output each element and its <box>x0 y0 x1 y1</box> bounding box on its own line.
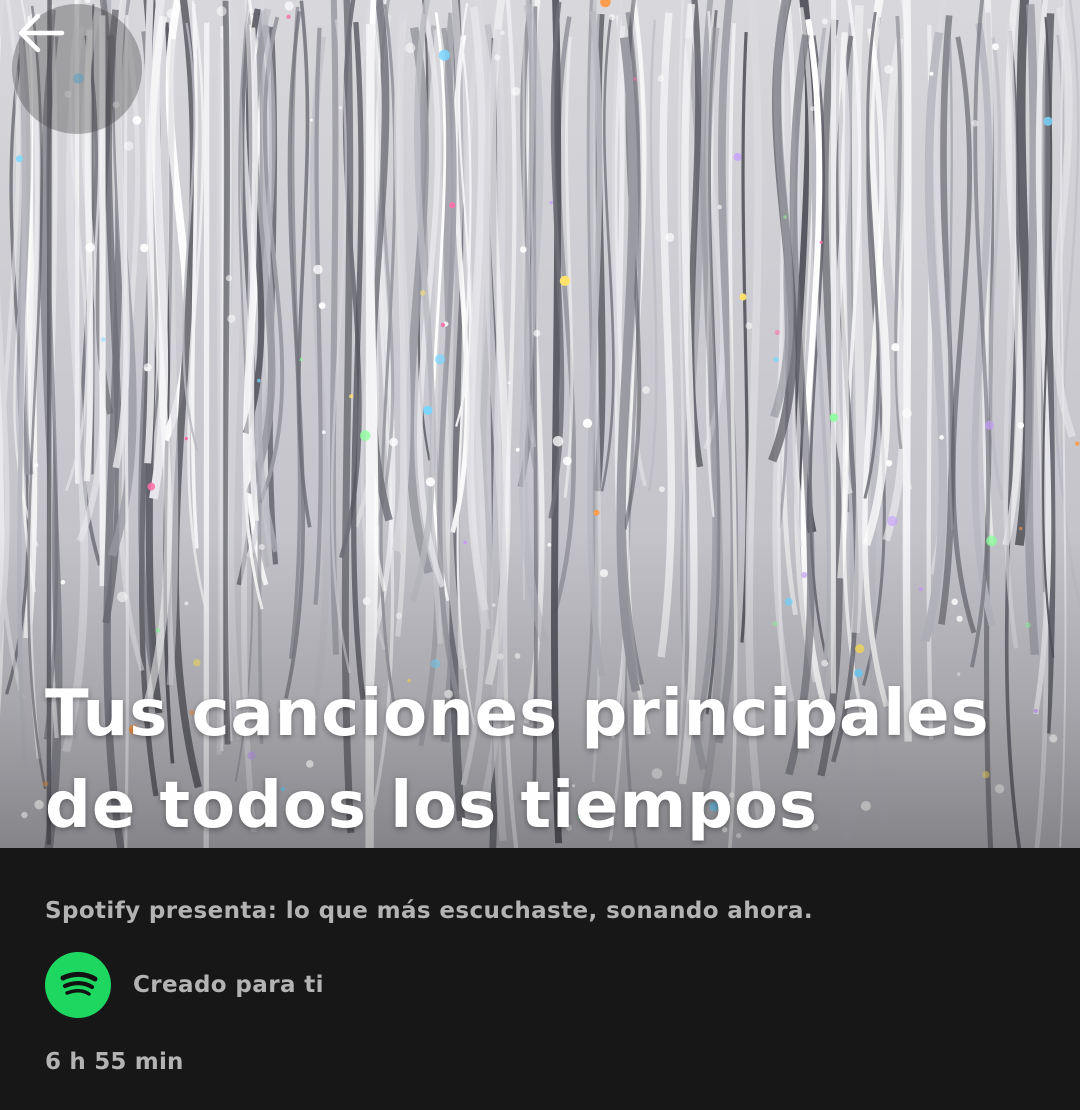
playlist-title-line-1: Tus canciones principales <box>45 677 990 751</box>
tinsel-sparkle <box>658 486 665 493</box>
tinsel-sparkle <box>132 116 142 125</box>
tinsel-sparkle <box>891 343 900 352</box>
tinsel-sparkle <box>511 86 521 96</box>
tinsel-sparkle <box>440 322 446 328</box>
playlist-title: Tus canciones principales de todos los t… <box>45 668 1055 848</box>
tinsel-sparkle <box>15 155 23 163</box>
tinsel-sparkle <box>829 413 838 422</box>
tinsel-sparkle <box>216 6 227 17</box>
tinsel-sparkle <box>783 215 787 219</box>
tinsel-sparkle <box>494 54 501 61</box>
tinsel-sparkle <box>286 14 291 19</box>
tinsel-sparkle <box>582 418 593 428</box>
tinsel-sparkle <box>85 242 95 253</box>
tinsel-sparkle <box>101 337 106 342</box>
tinsel-sparkle <box>821 18 829 25</box>
tinsel-sparkle <box>309 118 313 122</box>
tinsel-sparkle <box>717 204 722 210</box>
tinsel-sparkle <box>423 405 433 415</box>
tinsel-sparkle <box>1017 422 1025 429</box>
tinsel-sparkle <box>405 42 416 54</box>
tinsel-sparkle <box>665 232 675 242</box>
tinsel-sparkle <box>984 420 994 430</box>
tinsel-sparkle <box>438 49 450 61</box>
tinsel-sparkle <box>608 14 616 21</box>
tinsel-sparkle <box>34 463 39 468</box>
tinsel-sparkle <box>552 436 564 447</box>
tinsel-sparkle <box>500 30 505 36</box>
tinsel-sparkle <box>1075 441 1080 446</box>
tinsel-sparkle <box>885 460 893 467</box>
tinsel-sparkle <box>887 515 898 527</box>
tinsel-sparkle <box>359 430 371 441</box>
tinsel-sparkle <box>434 354 446 365</box>
playlist-info: Spotify presenta: lo que más escuchaste,… <box>0 848 1080 1110</box>
tinsel-sparkle <box>991 43 999 51</box>
tinsel-sparkle <box>227 314 236 323</box>
tinsel-strand <box>400 11 404 555</box>
tinsel-sparkle <box>971 120 979 127</box>
tinsel-sparkle <box>166 8 177 19</box>
tinsel-sparkle <box>318 302 326 309</box>
playlist-description: Spotify presenta: lo que más escuchaste,… <box>45 898 814 924</box>
spotify-logo-icon <box>45 952 111 1018</box>
creator-label: Creado para ti <box>133 972 324 998</box>
tinsel-sparkle <box>562 456 572 466</box>
tinsel-sparkle <box>184 436 188 441</box>
tinsel-sparkle <box>939 435 944 440</box>
tinsel-sparkle <box>389 437 398 447</box>
tinsel-sparkle <box>633 77 637 81</box>
creator-row[interactable]: Creado para ti <box>45 952 324 1018</box>
back-button[interactable] <box>12 4 142 134</box>
tinsel-sparkle <box>507 381 511 385</box>
tinsel-strand <box>563 36 574 498</box>
tinsel-sparkle <box>84 0 91 4</box>
tinsel-sparkle <box>773 356 779 363</box>
tinsel-sparkle <box>600 0 611 8</box>
tinsel-sparkle <box>810 106 815 111</box>
tinsel-sparkle <box>313 264 323 275</box>
playlist-cover-image: Tus canciones principales de todos los t… <box>0 0 1080 848</box>
tinsel-sparkle <box>559 275 571 286</box>
playlist-title-line-2: de todos los tiempos <box>45 769 818 843</box>
tinsel-sparkle <box>420 290 426 296</box>
tinsel-sparkle <box>929 71 934 76</box>
tinsel-sparkle <box>657 75 664 82</box>
tinsel-sparkle <box>593 509 600 516</box>
tinsel-sparkle <box>774 329 780 335</box>
tinsel-sparkle <box>338 106 343 110</box>
tinsel-sparkle <box>549 200 553 205</box>
tinsel-sparkle <box>124 141 134 151</box>
tinsel-sparkle <box>533 329 541 337</box>
tinsel-sparkle <box>739 293 747 301</box>
tinsel-sparkle <box>284 1 294 11</box>
tinsel-sparkle <box>884 65 893 74</box>
tinsel-sparkle <box>819 240 823 244</box>
tinsel-sparkle <box>144 367 149 372</box>
tinsel-sparkle <box>1043 116 1053 126</box>
tinsel-sparkle <box>449 202 456 209</box>
tinsel-sparkle <box>745 322 753 330</box>
tinsel-sparkle <box>733 152 742 161</box>
tinsel-sparkle <box>425 477 436 487</box>
tinsel-sparkle <box>299 358 303 361</box>
tinsel-sparkle <box>515 447 520 452</box>
tinsel-sparkle <box>349 394 354 399</box>
tinsel-sparkle <box>225 275 232 282</box>
playlist-screen: Tus canciones principales de todos los t… <box>0 0 1080 1110</box>
tinsel-sparkle <box>322 430 326 435</box>
tinsel-strand <box>648 19 658 492</box>
playlist-duration: 6 h 55 min <box>45 1049 184 1075</box>
tinsel-sparkle <box>901 408 912 418</box>
tinsel-sparkle <box>140 243 149 253</box>
tinsel-sparkle <box>520 246 527 253</box>
arrow-left-icon <box>18 13 65 53</box>
tinsel-sparkle <box>642 386 650 394</box>
tinsel-sparkle <box>147 482 156 491</box>
tinsel-sparkle <box>257 378 261 383</box>
